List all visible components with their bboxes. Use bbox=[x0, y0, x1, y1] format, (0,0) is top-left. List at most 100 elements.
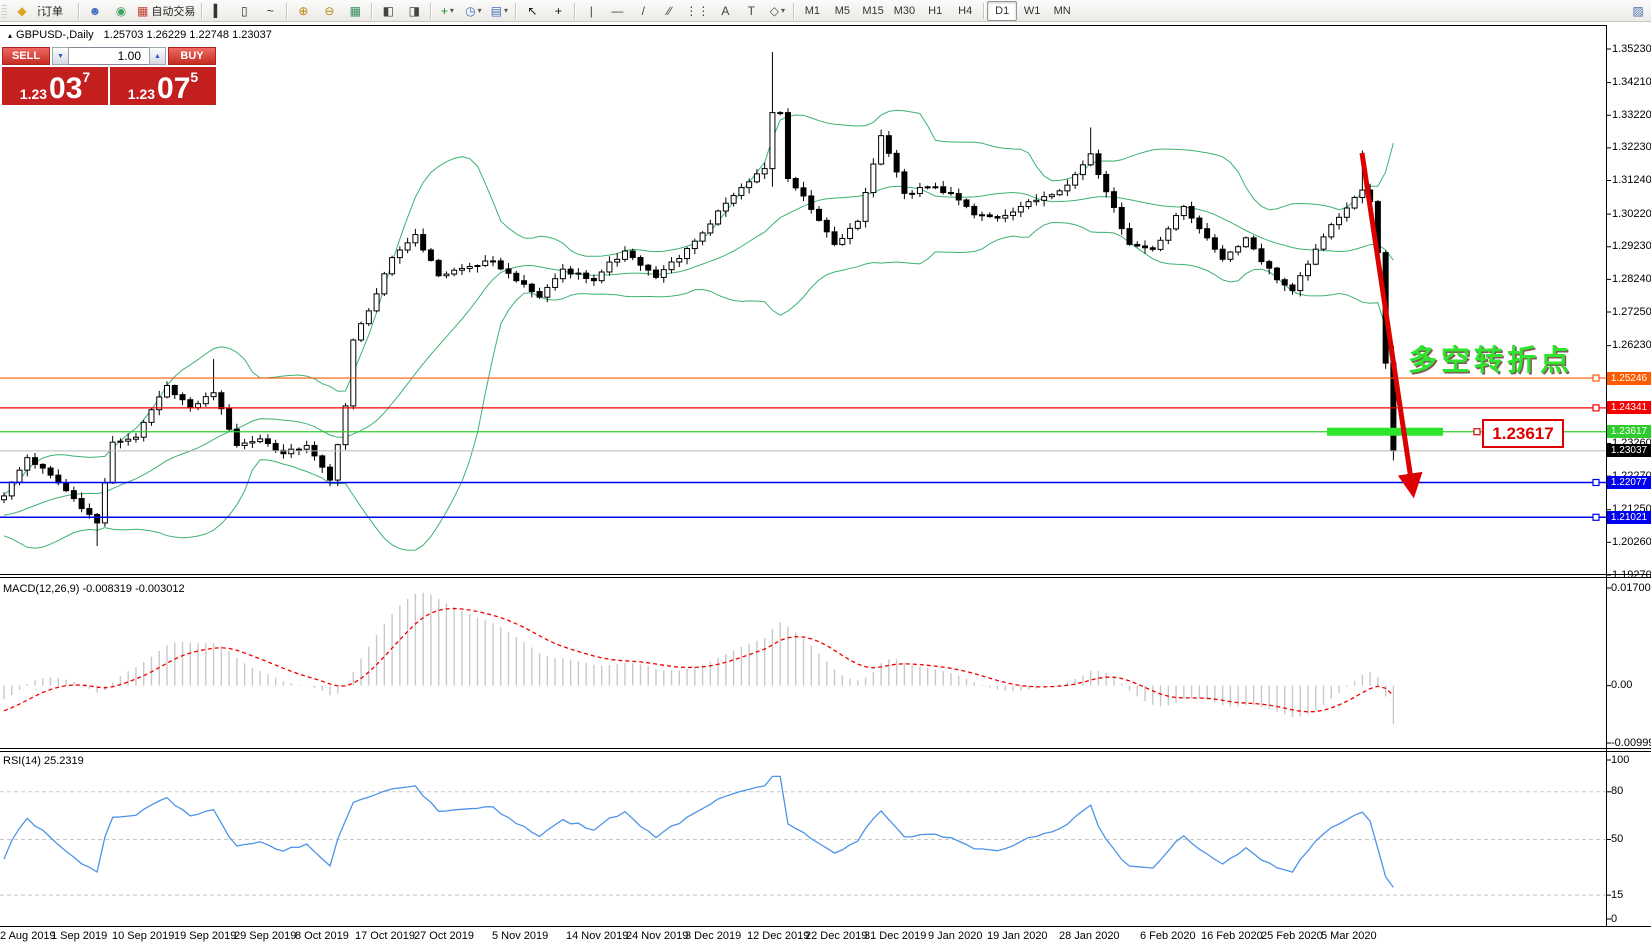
bollinger-upper-band[interactable] bbox=[4, 110, 1393, 494]
zoom-in-button[interactable]: ⊕ bbox=[290, 1, 316, 21]
candle-body bbox=[444, 274, 449, 276]
candle-body bbox=[754, 174, 759, 182]
macd-pane[interactable] bbox=[4, 593, 1393, 724]
price-level-badge: 1.25246 bbox=[1607, 372, 1651, 385]
tile-windows-button[interactable]: ▦ bbox=[342, 1, 368, 21]
trendline-button[interactable]: / bbox=[630, 1, 656, 21]
sell-price-button[interactable]: 1.23 03 7 bbox=[2, 67, 108, 105]
line-handle-marker[interactable] bbox=[1593, 479, 1599, 485]
candle-body bbox=[917, 188, 922, 194]
price-pane[interactable] bbox=[0, 52, 1606, 550]
volume-increase-button[interactable]: ▲ bbox=[149, 47, 166, 65]
price-level-badge: 1.23037 bbox=[1607, 444, 1651, 457]
timeframe-w1-button[interactable]: W1 bbox=[1017, 1, 1047, 21]
candlestick-chart-button[interactable]: ▯ bbox=[231, 1, 257, 21]
candle-body bbox=[397, 250, 402, 258]
arrows-button[interactable]: ◇▾ bbox=[764, 1, 790, 21]
toolbar-extra-button[interactable]: ▨ bbox=[1625, 1, 1651, 21]
candle-body bbox=[716, 211, 721, 224]
autotrading-label: 自动交易 bbox=[151, 3, 195, 19]
toolbar-separator bbox=[430, 3, 431, 19]
candle-body bbox=[1220, 249, 1225, 259]
periodicity-button[interactable]: ◷▾ bbox=[460, 1, 486, 21]
bar-chart-button[interactable]: ▍ bbox=[205, 1, 231, 21]
tile-windows-icon: ▦ bbox=[350, 5, 361, 17]
candle-body bbox=[1360, 190, 1365, 197]
candle-body bbox=[436, 260, 441, 275]
candle-body bbox=[584, 273, 589, 278]
chart-canvas[interactable] bbox=[0, 0, 1651, 946]
line-handle-marker[interactable] bbox=[1593, 375, 1599, 381]
candle-body bbox=[1337, 217, 1342, 224]
price-level-badge: 1.21021 bbox=[1607, 511, 1651, 524]
candle-body bbox=[118, 441, 123, 442]
horizontal-line-icon: — bbox=[611, 5, 623, 17]
trend-arrow[interactable] bbox=[1362, 153, 1412, 486]
sell-button[interactable]: SELL bbox=[2, 47, 50, 65]
timeframe-m30-button[interactable]: M30 bbox=[889, 1, 920, 21]
buy-button[interactable]: BUY bbox=[168, 47, 216, 65]
vertical-line-button[interactable]: | bbox=[578, 1, 604, 21]
volume-decrease-button[interactable]: ▼ bbox=[52, 47, 69, 65]
macd-axis-label: 0.017007 bbox=[1611, 582, 1651, 594]
candle-body bbox=[778, 113, 783, 114]
profile-button[interactable]: ☻ bbox=[82, 1, 108, 21]
volume-input[interactable]: 1.00 bbox=[69, 47, 149, 65]
new-order-button[interactable]: 新订单 bbox=[35, 1, 75, 21]
timeframe-h1-button[interactable]: H1 bbox=[920, 1, 950, 21]
candle-body bbox=[1003, 215, 1008, 218]
timeframe-d1-button[interactable]: D1 bbox=[987, 1, 1017, 21]
text-button[interactable]: A bbox=[712, 1, 738, 21]
candle-body bbox=[1096, 154, 1101, 175]
turning-point-annotation[interactable]: 多空转折点 bbox=[1408, 337, 1573, 379]
candle-body bbox=[273, 444, 278, 451]
crosshair-button[interactable]: + bbox=[545, 1, 571, 21]
bollinger-middle-band[interactable] bbox=[4, 186, 1393, 515]
fibonacci-button[interactable]: ⋮⋮ bbox=[682, 1, 712, 21]
bollinger-lower-band[interactable] bbox=[4, 223, 1393, 551]
rsi-pane[interactable] bbox=[0, 776, 1606, 895]
candle-body bbox=[553, 279, 558, 288]
timeframe-m1-button[interactable]: M1 bbox=[797, 1, 827, 21]
candle-body bbox=[1329, 225, 1334, 237]
candle-body bbox=[607, 262, 612, 272]
chart-shift-button[interactable]: ◨ bbox=[401, 1, 427, 21]
text-label-button[interactable]: T bbox=[738, 1, 764, 21]
timeframe-m5-button[interactable]: M5 bbox=[827, 1, 857, 21]
rsi-axis-label: 15 bbox=[1611, 889, 1623, 901]
line-chart-button[interactable]: ~ bbox=[257, 1, 283, 21]
timeframe-m15-button[interactable]: M15 bbox=[857, 1, 888, 21]
autotrading-button[interactable]: ▦自动交易 bbox=[134, 1, 198, 21]
candle-body bbox=[1236, 247, 1241, 252]
signal-button[interactable]: ◉ bbox=[108, 1, 134, 21]
candle-body bbox=[33, 458, 38, 465]
buy-price-button[interactable]: 1.23 07 5 bbox=[110, 67, 216, 105]
indicators-button[interactable]: ▤▾ bbox=[486, 1, 512, 21]
new-chart-button[interactable]: +▾ bbox=[434, 1, 460, 21]
candle-body bbox=[855, 221, 860, 228]
highlight-zone[interactable] bbox=[1327, 428, 1443, 436]
candle-body bbox=[498, 261, 503, 269]
line-handle-marker[interactable] bbox=[1593, 514, 1599, 520]
one-click-trading-panel: SELL ▼ 1.00 ▲ BUY 1.23 03 7 1.23 07 5 bbox=[2, 47, 216, 105]
sell-price-pip: 7 bbox=[82, 69, 90, 85]
candle-body bbox=[840, 238, 845, 244]
price-tick-label: 1.20260 bbox=[1612, 536, 1651, 548]
candle-body bbox=[1243, 238, 1248, 247]
toolbar-separator bbox=[78, 3, 79, 19]
price-level-badge: 1.24341 bbox=[1607, 401, 1651, 414]
callout-handle-marker[interactable] bbox=[1474, 429, 1480, 435]
channel-button[interactable]: ∕∕ bbox=[656, 1, 682, 21]
horizontal-line-button[interactable]: — bbox=[604, 1, 630, 21]
price-callout-box[interactable]: 1.23617 bbox=[1482, 419, 1564, 448]
candle-body bbox=[1298, 276, 1303, 291]
line-handle-marker[interactable] bbox=[1593, 405, 1599, 411]
zoom-out-button[interactable]: ⊖ bbox=[316, 1, 342, 21]
timeframe-h4-button[interactable]: H4 bbox=[950, 1, 980, 21]
candle-body bbox=[863, 193, 868, 222]
auto-scroll-button[interactable]: ◧ bbox=[375, 1, 401, 21]
candle-body bbox=[762, 169, 767, 174]
new-order-button[interactable]: ◆ bbox=[9, 1, 35, 21]
cursor-button[interactable]: ↖ bbox=[519, 1, 545, 21]
timeframe-mn-button[interactable]: MN bbox=[1047, 1, 1077, 21]
